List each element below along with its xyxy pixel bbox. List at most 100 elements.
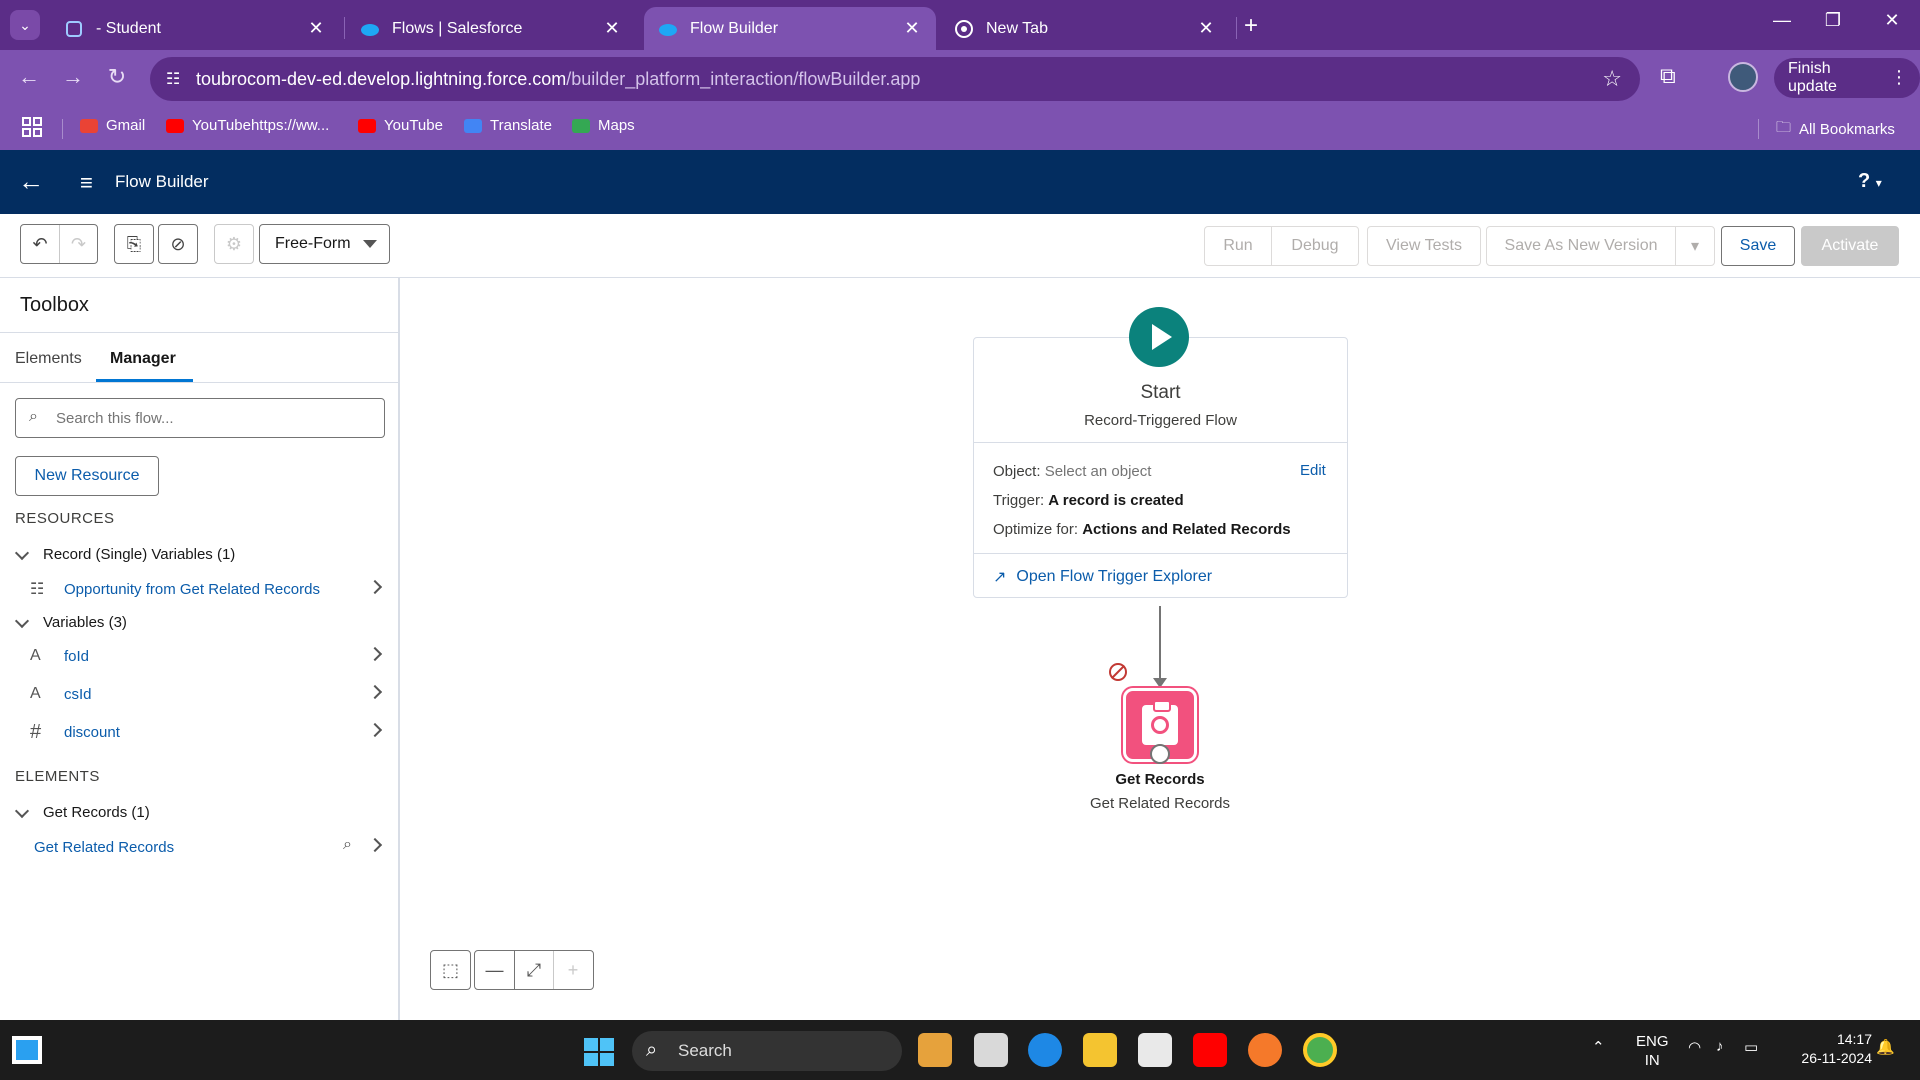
- chevron-down-icon: ▾: [1690, 238, 1700, 255]
- back-arrow-icon[interactable]: ←: [18, 166, 44, 197]
- search-icon: ⌕: [646, 1039, 658, 1061]
- store-icon[interactable]: [1138, 1033, 1172, 1067]
- windows-taskbar: ⌕ Search ⌃ ENG IN ◠ ♪ ▭ 14:17 26-11-2024…: [0, 1020, 1920, 1080]
- new-resource-button[interactable]: New Resource: [15, 456, 159, 496]
- run-button[interactable]: Run: [1204, 226, 1272, 266]
- site-info-icon[interactable]: ☷: [166, 69, 180, 89]
- element-item-get-related-records[interactable]: Get Related Records ⌕: [30, 833, 390, 861]
- tab-title: Flows | Salesforce: [392, 19, 523, 37]
- close-tab-icon[interactable]: ✕: [902, 18, 922, 39]
- save-button[interactable]: Save: [1721, 226, 1795, 266]
- wifi-icon[interactable]: ◠: [1688, 1038, 1701, 1056]
- clock-time: 14:17: [1836, 1031, 1872, 1047]
- youtube-app-icon[interactable]: [1193, 1033, 1227, 1067]
- system-clock[interactable]: 14:17 26-11-2024: [1782, 1030, 1872, 1068]
- get-records-group[interactable]: Get Records (1): [15, 804, 150, 821]
- variable-item-discount[interactable]: # discount: [30, 718, 390, 746]
- save-menu-button[interactable]: ▾: [1675, 226, 1715, 266]
- search-icon[interactable]: ⌕: [343, 836, 352, 854]
- close-tab-icon[interactable]: ✕: [602, 18, 622, 39]
- pan-mode-button[interactable]: ⬚: [430, 950, 471, 990]
- apps-grid-icon[interactable]: [22, 117, 42, 137]
- record-variables-group[interactable]: Record (Single) Variables (1): [15, 546, 235, 563]
- zoom-out-icon[interactable]: —: [475, 951, 514, 989]
- open-flow-trigger-explorer-link[interactable]: ↗ Open Flow Trigger Explorer: [993, 567, 1212, 587]
- tab-manager[interactable]: Manager: [110, 350, 176, 368]
- notification-bell-icon[interactable]: 🔔: [1876, 1038, 1895, 1056]
- chrome-app-icon[interactable]: [1303, 1033, 1337, 1067]
- error-ban-icon[interactable]: [1109, 663, 1127, 681]
- forward-arrow-icon[interactable]: →: [58, 64, 88, 90]
- flow-search-input[interactable]: ⌕ Search this flow...: [15, 398, 385, 438]
- browser-tab-student[interactable]: - Student ✕: [50, 7, 340, 50]
- edge-icon[interactable]: [1028, 1033, 1062, 1067]
- tab-search-button[interactable]: ⌄: [10, 10, 40, 40]
- maps-icon: [572, 118, 590, 133]
- bookmark-star-icon[interactable]: ☆: [1602, 66, 1622, 92]
- variables-group[interactable]: Variables (3): [15, 614, 127, 631]
- task-view-icon[interactable]: [974, 1033, 1008, 1067]
- volume-icon[interactable]: ♪: [1716, 1038, 1724, 1055]
- chevron-up-icon[interactable]: ⌃: [1592, 1038, 1605, 1056]
- variable-item-csid[interactable]: A csId: [30, 680, 390, 708]
- browser-tab-flows[interactable]: Flows | Salesforce ✕: [346, 7, 636, 50]
- bookmark-maps[interactable]: Maps: [572, 117, 635, 134]
- widgets-icon[interactable]: [12, 1036, 42, 1064]
- language-indicator[interactable]: ENG IN: [1636, 1032, 1669, 1070]
- copy-button[interactable]: ⎘: [114, 224, 154, 264]
- minimize-icon[interactable]: —: [1762, 10, 1802, 31]
- undo-redo-group: ↶ ↷: [20, 224, 98, 264]
- bookmark-youtube[interactable]: YouTube: [358, 117, 443, 134]
- save-as-new-version-button[interactable]: Save As New Version: [1486, 226, 1676, 266]
- close-tab-icon[interactable]: ✕: [306, 18, 326, 39]
- bookmark-translate[interactable]: Translate: [464, 117, 552, 134]
- errors-button[interactable]: ⊘: [158, 224, 198, 264]
- debug-button[interactable]: Debug: [1271, 226, 1359, 266]
- browser-tab-strip: ⌄ - Student ✕ Flows | Salesforce ✕ Flow …: [0, 0, 1920, 50]
- settings-button[interactable]: ⚙: [214, 224, 254, 264]
- record-icon: ☷: [30, 581, 45, 598]
- profile-avatar[interactable]: [1728, 62, 1758, 92]
- browser-tab-new-tab[interactable]: New Tab ✕: [940, 7, 1230, 50]
- fit-view-icon[interactable]: ⤢: [514, 951, 553, 989]
- elements-heading: ELEMENTS: [15, 768, 100, 785]
- activate-label: Activate: [1821, 237, 1879, 254]
- help-menu[interactable]: ? ▾: [1858, 170, 1882, 193]
- activate-button[interactable]: Activate: [1801, 226, 1899, 266]
- node-connector-dot[interactable]: [1150, 744, 1170, 764]
- variable-item-foid[interactable]: A foId: [30, 642, 390, 670]
- windows-start-icon[interactable]: [584, 1038, 614, 1066]
- file-explorer-icon[interactable]: [1083, 1033, 1117, 1067]
- close-tab-icon[interactable]: ✕: [1196, 18, 1216, 39]
- tab-elements[interactable]: Elements: [15, 350, 82, 368]
- layout-mode-value: Free-Form: [275, 235, 351, 252]
- redo-icon[interactable]: ↷: [59, 225, 97, 263]
- blender-icon[interactable]: [1248, 1033, 1282, 1067]
- card-divider: [974, 442, 1347, 443]
- extensions-puzzle-icon[interactable]: ⧉: [1660, 63, 1676, 89]
- copilot-icon[interactable]: [918, 1033, 952, 1067]
- gear-icon: ⚙: [225, 233, 243, 254]
- taskbar-search[interactable]: ⌕ Search: [632, 1031, 902, 1071]
- all-bookmarks[interactable]: 🗀 All Bookmarks: [1776, 117, 1895, 142]
- new-tab-plus-icon[interactable]: +: [1244, 12, 1258, 40]
- resource-item-opportunity[interactable]: ☷ Opportunity from Get Related Records: [30, 575, 390, 603]
- reload-icon[interactable]: ↻: [102, 64, 132, 90]
- element-link: Get Related Records: [34, 838, 175, 856]
- view-tests-button[interactable]: View Tests: [1367, 226, 1481, 266]
- undo-icon[interactable]: ↶: [21, 225, 59, 263]
- bookmark-gmail[interactable]: Gmail: [80, 117, 145, 134]
- browser-tab-flow-builder[interactable]: Flow Builder ✕: [644, 7, 936, 50]
- finish-update-button[interactable]: Finish update ⋮: [1774, 58, 1920, 98]
- edit-trigger-link[interactable]: Edit: [1300, 462, 1326, 479]
- restore-icon[interactable]: ❐: [1813, 10, 1853, 31]
- bookmark-youtube-link[interactable]: YouTubehttps://ww...: [166, 117, 329, 134]
- back-arrow-icon[interactable]: ←: [14, 64, 44, 90]
- address-bar[interactable]: ☷ toubrocom-dev-ed.develop.lightning.for…: [150, 57, 1640, 101]
- zoom-in-icon[interactable]: +: [553, 951, 592, 989]
- window-close-icon[interactable]: ✕: [1872, 10, 1912, 31]
- layout-mode-select[interactable]: Free-Form: [259, 224, 390, 264]
- battery-icon[interactable]: ▭: [1744, 1038, 1758, 1056]
- student-favicon: [64, 19, 84, 39]
- explorer-link-label: Open Flow Trigger Explorer: [1016, 568, 1213, 585]
